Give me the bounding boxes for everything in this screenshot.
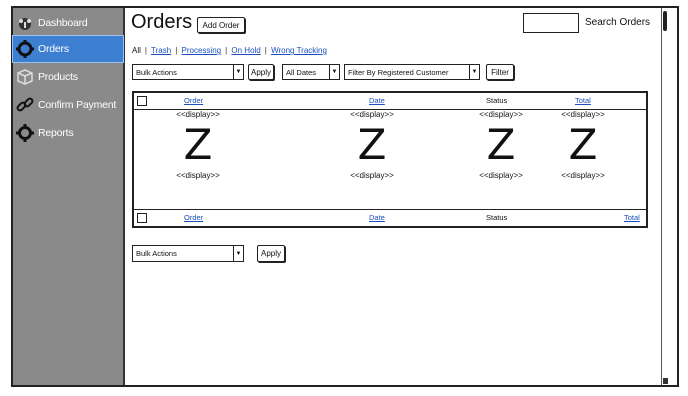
add-order-button[interactable]: Add Order — [197, 17, 245, 33]
display-placeholder: <<display>> — [350, 171, 394, 180]
dashboard-icon — [16, 14, 34, 32]
gear-icon — [16, 40, 34, 58]
display-placeholder: <<display>> — [561, 110, 605, 119]
link-icon — [16, 96, 34, 114]
gear-icon — [16, 124, 34, 142]
table-row[interactable]: <<display>> Z <<display>> <<display>> Z … — [134, 110, 646, 212]
date-cell: <<display>> Z <<display>> — [327, 110, 417, 210]
filter-all[interactable]: All — [132, 46, 141, 55]
display-placeholder: <<display>> — [350, 110, 394, 119]
filter-processing[interactable]: Processing — [182, 46, 222, 55]
filter-wrong-tracking[interactable]: Wrong Tracking — [271, 46, 327, 55]
sidebar-item-dashboard[interactable]: Dashboard — [13, 10, 123, 36]
table-header: Order Date Status Total — [134, 93, 646, 110]
sidebar-item-label: Dashboard — [38, 17, 88, 29]
dates-value: All Dates — [286, 67, 317, 77]
display-placeholder: <<display>> — [176, 110, 220, 119]
column-date[interactable]: Date — [369, 213, 385, 222]
sidebar-item-orders[interactable]: Orders — [12, 35, 124, 63]
column-order[interactable]: Order — [184, 96, 203, 105]
column-total[interactable]: Total — [624, 213, 640, 222]
bulk-actions-value: Bulk Actions — [136, 249, 177, 258]
column-status: Status — [486, 213, 508, 222]
sidebar-item-label: Confirm Payment — [38, 99, 117, 111]
orders-table: Order Date Status Total <<display>> Z <<… — [132, 91, 648, 228]
sidebar-item-products[interactable]: Products — [13, 64, 123, 90]
box-icon — [16, 68, 34, 86]
order-cell: <<display>> Z <<display>> — [153, 110, 243, 210]
chevron-down-icon: ▼ — [233, 246, 243, 261]
status-cell: <<display>> Z <<display>> — [456, 110, 546, 210]
sidebar-item-confirm-payment[interactable]: Confirm Payment — [13, 92, 123, 118]
display-placeholder: <<display>> — [176, 171, 220, 180]
filter-on-hold[interactable]: On Hold — [231, 46, 260, 55]
bulk-actions-value: Bulk Actions — [136, 67, 177, 77]
sidebar-item-label: Reports — [38, 127, 74, 139]
bulk-actions-select-bottom[interactable]: Bulk Actions ▼ — [132, 245, 244, 262]
display-placeholder: <<display>> — [561, 171, 605, 180]
select-all-checkbox[interactable] — [137, 213, 147, 223]
page-title: Orders — [131, 11, 193, 33]
search-input[interactable] — [523, 13, 579, 33]
status-filter-links: All | Trash | Processing | On Hold | Wrong T… — [132, 46, 327, 55]
column-status: Status — [486, 96, 508, 105]
vertical-scrollbar[interactable] — [661, 8, 669, 385]
main-content: Orders Add Order Search Orders All | Tras… — [127, 8, 669, 385]
column-order[interactable]: Order — [184, 213, 203, 222]
chevron-down-icon: ▼ — [233, 65, 243, 79]
table-footer: Order Date Status Total — [134, 209, 646, 226]
sidebar-item-reports[interactable]: Reports — [13, 120, 123, 146]
sidebar-item-label: Orders — [38, 43, 69, 55]
apply-button-bottom[interactable]: Apply — [257, 245, 285, 262]
chevron-down-icon: ▼ — [469, 65, 479, 79]
cell-glyph: Z — [183, 120, 213, 169]
scrollbar-thumb[interactable] — [663, 11, 667, 31]
cell-glyph: Z — [568, 120, 598, 169]
select-all-checkbox[interactable] — [137, 96, 147, 106]
app-window: Dashboard Orders Products Confirm Paymen… — [11, 6, 679, 387]
chevron-down-icon: ▼ — [329, 65, 339, 79]
display-placeholder: <<display>> — [479, 110, 523, 119]
column-date[interactable]: Date — [369, 96, 385, 105]
filter-trash[interactable]: Trash — [151, 46, 171, 55]
scroll-down-arrow[interactable] — [663, 378, 668, 384]
search-orders-label: Search Orders — [585, 17, 651, 28]
dates-select[interactable]: All Dates ▼ — [282, 64, 340, 80]
sidebar: Dashboard Orders Products Confirm Paymen… — [12, 8, 125, 385]
bulk-actions-select[interactable]: Bulk Actions ▼ — [132, 64, 244, 80]
sidebar-item-label: Products — [38, 71, 78, 83]
customer-filter-value: Filter By Registered Customer — [348, 67, 449, 77]
total-cell: <<display>> Z <<display>> — [538, 110, 628, 210]
filter-button[interactable]: Filter — [486, 64, 514, 80]
display-placeholder: <<display>> — [479, 171, 523, 180]
apply-button[interactable]: Apply — [248, 64, 274, 80]
cell-glyph: Z — [486, 120, 516, 169]
column-total[interactable]: Total — [575, 96, 591, 105]
cell-glyph: Z — [357, 120, 387, 169]
customer-filter-select[interactable]: Filter By Registered Customer ▼ — [344, 64, 480, 80]
